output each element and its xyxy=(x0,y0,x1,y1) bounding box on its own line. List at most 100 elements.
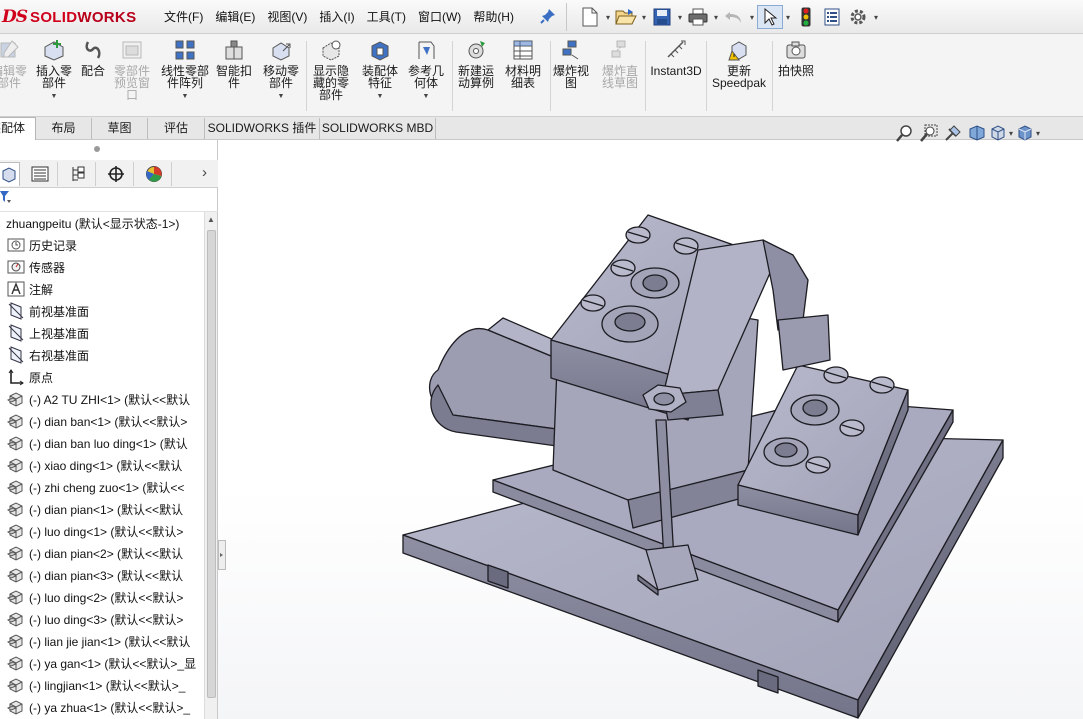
pin-icon[interactable] xyxy=(540,8,556,24)
tree-item-component[interactable]: (-) luo ding<2> (默认<<默认> xyxy=(0,586,204,608)
exploded-view-button[interactable]: 爆炸视 图 xyxy=(553,39,589,113)
save-dropdown-icon[interactable]: ▾ xyxy=(675,13,685,22)
tree-item-component[interactable]: (-) dian ban<1> (默认<<默认> xyxy=(0,410,204,432)
options-gear-icon[interactable] xyxy=(845,5,871,29)
explode-line-sketch-icon xyxy=(611,40,626,58)
tab-solidworks-mbd[interactable]: SOLIDWORKS MBD xyxy=(320,118,436,139)
menu-insert[interactable]: 插入(I) xyxy=(313,6,360,28)
solidworks-logo[interactable]: DS SOLIDWORKS xyxy=(2,5,136,29)
tree-item-component[interactable]: (-) dian pian<3> (默认<<默认 xyxy=(0,564,204,586)
scroll-up-icon[interactable]: ▲ xyxy=(207,215,215,224)
move-component-dropdown-icon[interactable]: ▼ xyxy=(259,91,303,103)
tree-item-component[interactable]: (-) lingjian<1> (默认<<默认>_ xyxy=(0,674,204,696)
display-manager-icon[interactable] xyxy=(136,162,172,186)
select-dropdown-icon[interactable]: ▾ xyxy=(783,13,793,22)
tree-item-sensor[interactable]: 传感器 xyxy=(0,256,204,278)
tree-item-component[interactable]: (-) A2 TU ZHI<1> (默认<<默认 xyxy=(0,388,204,410)
tree-item-history[interactable]: 历史记录 xyxy=(0,234,204,256)
tree-item-component[interactable]: (-) dian pian<1> (默认<<默认 xyxy=(0,498,204,520)
new-document-icon[interactable] xyxy=(577,5,603,29)
configuration-manager-icon[interactable] xyxy=(60,162,96,186)
assembly-model-3d[interactable] xyxy=(218,140,1083,719)
rebuild-traffic-light-icon[interactable] xyxy=(793,5,819,29)
smart-fasteners-button[interactable]: 智能扣 件 xyxy=(214,39,254,113)
linear-pattern-dropdown-icon[interactable]: ▼ xyxy=(158,91,212,103)
snapshot-button[interactable]: 拍快照 xyxy=(776,39,816,113)
tab-solidworks-addins[interactable]: SOLIDWORKS 插件 xyxy=(205,118,320,139)
panel-collapse-handle[interactable] xyxy=(94,146,100,152)
menu-window[interactable]: 窗口(W) xyxy=(412,6,467,28)
reference-geometry-button[interactable]: 参考几 何体 ▼ xyxy=(406,39,446,113)
feature-manager-icon[interactable] xyxy=(0,162,20,186)
graphics-area[interactable] xyxy=(218,140,1083,719)
tree-item-plane[interactable]: 前视基准面 xyxy=(0,300,204,322)
menu-file[interactable]: 文件(F) xyxy=(158,6,209,28)
section-view-icon[interactable] xyxy=(965,123,989,143)
menu-edit[interactable]: 编辑(E) xyxy=(209,6,261,28)
panel-splitter[interactable] xyxy=(218,540,226,570)
previous-view-icon[interactable] xyxy=(941,123,965,143)
display-style-icon[interactable]: ▾ xyxy=(1013,123,1043,143)
component-preview-button[interactable]: 零部件 预览窗 口 xyxy=(110,39,154,113)
assembly-feature-dropdown-icon[interactable]: ▼ xyxy=(360,91,400,103)
tree-item-component[interactable]: (-) lian jie jian<1> (默认<<默认 xyxy=(0,630,204,652)
tree-item-component[interactable]: (-) dian pian<2> (默认<<默认 xyxy=(0,542,204,564)
tree-item-component[interactable]: (-) luo ding<1> (默认<<默认> xyxy=(0,520,204,542)
tree-item-component[interactable]: (-) ya gan<1> (默认<<默认>_显 xyxy=(0,652,204,674)
explode-line-sketch-button[interactable]: 爆炸直 线草图 xyxy=(598,39,642,113)
instant3d-button[interactable]: Instant3D xyxy=(648,39,704,113)
insert-component-dropdown-icon[interactable]: ▼ xyxy=(33,91,75,103)
dimxpert-icon[interactable] xyxy=(98,162,134,186)
tree-item-component[interactable]: (-) ya zhua<1> (默认<<默认>_ xyxy=(0,696,204,718)
tab-layout[interactable]: 布局 xyxy=(36,118,92,139)
tree-item-plane[interactable]: 右视基准面 xyxy=(0,344,204,366)
tree-item-component[interactable]: (-) zhi cheng zuo<1> (默认<< xyxy=(0,476,204,498)
undo-icon[interactable] xyxy=(721,5,747,29)
tab-assembly[interactable]: 装配体 xyxy=(0,117,36,140)
assembly-feature-button[interactable]: 装配体 特征 ▼ xyxy=(360,39,400,113)
open-icon[interactable] xyxy=(613,5,639,29)
options-dropdown-icon[interactable]: ▾ xyxy=(871,13,881,22)
undo-dropdown-icon[interactable]: ▾ xyxy=(747,13,757,22)
update-speedpak-button[interactable]: 更新 Speedpak xyxy=(710,39,768,113)
linear-pattern-button[interactable]: 线性零部 件阵列 ▼ xyxy=(158,39,212,113)
new-dropdown-icon[interactable]: ▾ xyxy=(603,13,613,22)
tab-sketch[interactable]: 草图 xyxy=(92,118,148,139)
select-cursor-icon[interactable] xyxy=(757,5,783,29)
tree-item-plane[interactable]: 上视基准面 xyxy=(0,322,204,344)
open-dropdown-icon[interactable]: ▾ xyxy=(639,13,649,22)
tree-item-label: 前视基准面 xyxy=(29,304,90,319)
scroll-thumb[interactable] xyxy=(207,230,216,698)
part-icon xyxy=(6,522,26,540)
menu-help[interactable]: 帮助(H) xyxy=(467,6,520,28)
more-tabs-icon[interactable]: › xyxy=(202,164,207,181)
show-hidden-button[interactable]: 显示隐 藏的零 部件 xyxy=(310,39,352,113)
bill-of-materials-button[interactable]: 材料明 细表 xyxy=(503,39,543,113)
tree-scrollbar[interactable]: ▲ xyxy=(204,212,217,719)
tree-root-assembly[interactable]: zhuangpeitu (默认<显示状态-1>) xyxy=(0,212,204,234)
menu-view[interactable]: 视图(V) xyxy=(261,6,313,28)
edit-component-button[interactable]: 编辑零 部件 xyxy=(0,39,32,113)
tree-item-component[interactable]: (-) dian ban luo ding<1> (默认 xyxy=(0,432,204,454)
property-manager-icon[interactable] xyxy=(22,162,58,186)
print-icon[interactable] xyxy=(685,5,711,29)
filter-icon[interactable] xyxy=(0,190,12,207)
tree-filter-bar xyxy=(0,188,218,212)
menu-tools[interactable]: 工具(T) xyxy=(361,6,412,28)
save-icon[interactable] xyxy=(649,5,675,29)
mate-button[interactable]: 配合 xyxy=(78,39,108,113)
tree-item-component[interactable]: (-) xiao ding<1> (默认<<默认 xyxy=(0,454,204,476)
view-orientation-icon[interactable]: ▾ xyxy=(989,123,1013,143)
file-properties-icon[interactable] xyxy=(819,5,845,29)
zoom-to-area-icon[interactable] xyxy=(917,123,941,143)
tree-item-origin[interactable]: 原点 xyxy=(0,366,204,388)
move-component-button[interactable]: 移动零 部件 ▼ xyxy=(259,39,303,113)
tree-item-component[interactable]: (-) luo ding<3> (默认<<默认> xyxy=(0,608,204,630)
new-motion-study-button[interactable]: 新建运 动算例 xyxy=(454,39,498,113)
zoom-to-fit-icon[interactable] xyxy=(893,123,917,143)
print-dropdown-icon[interactable]: ▾ xyxy=(711,13,721,22)
insert-component-button[interactable]: 插入零 部件 ▼ xyxy=(33,39,75,113)
tree-item-annotation[interactable]: 注解 xyxy=(0,278,204,300)
reference-geometry-dropdown-icon[interactable]: ▼ xyxy=(406,91,446,103)
tab-evaluate[interactable]: 评估 xyxy=(148,118,205,139)
